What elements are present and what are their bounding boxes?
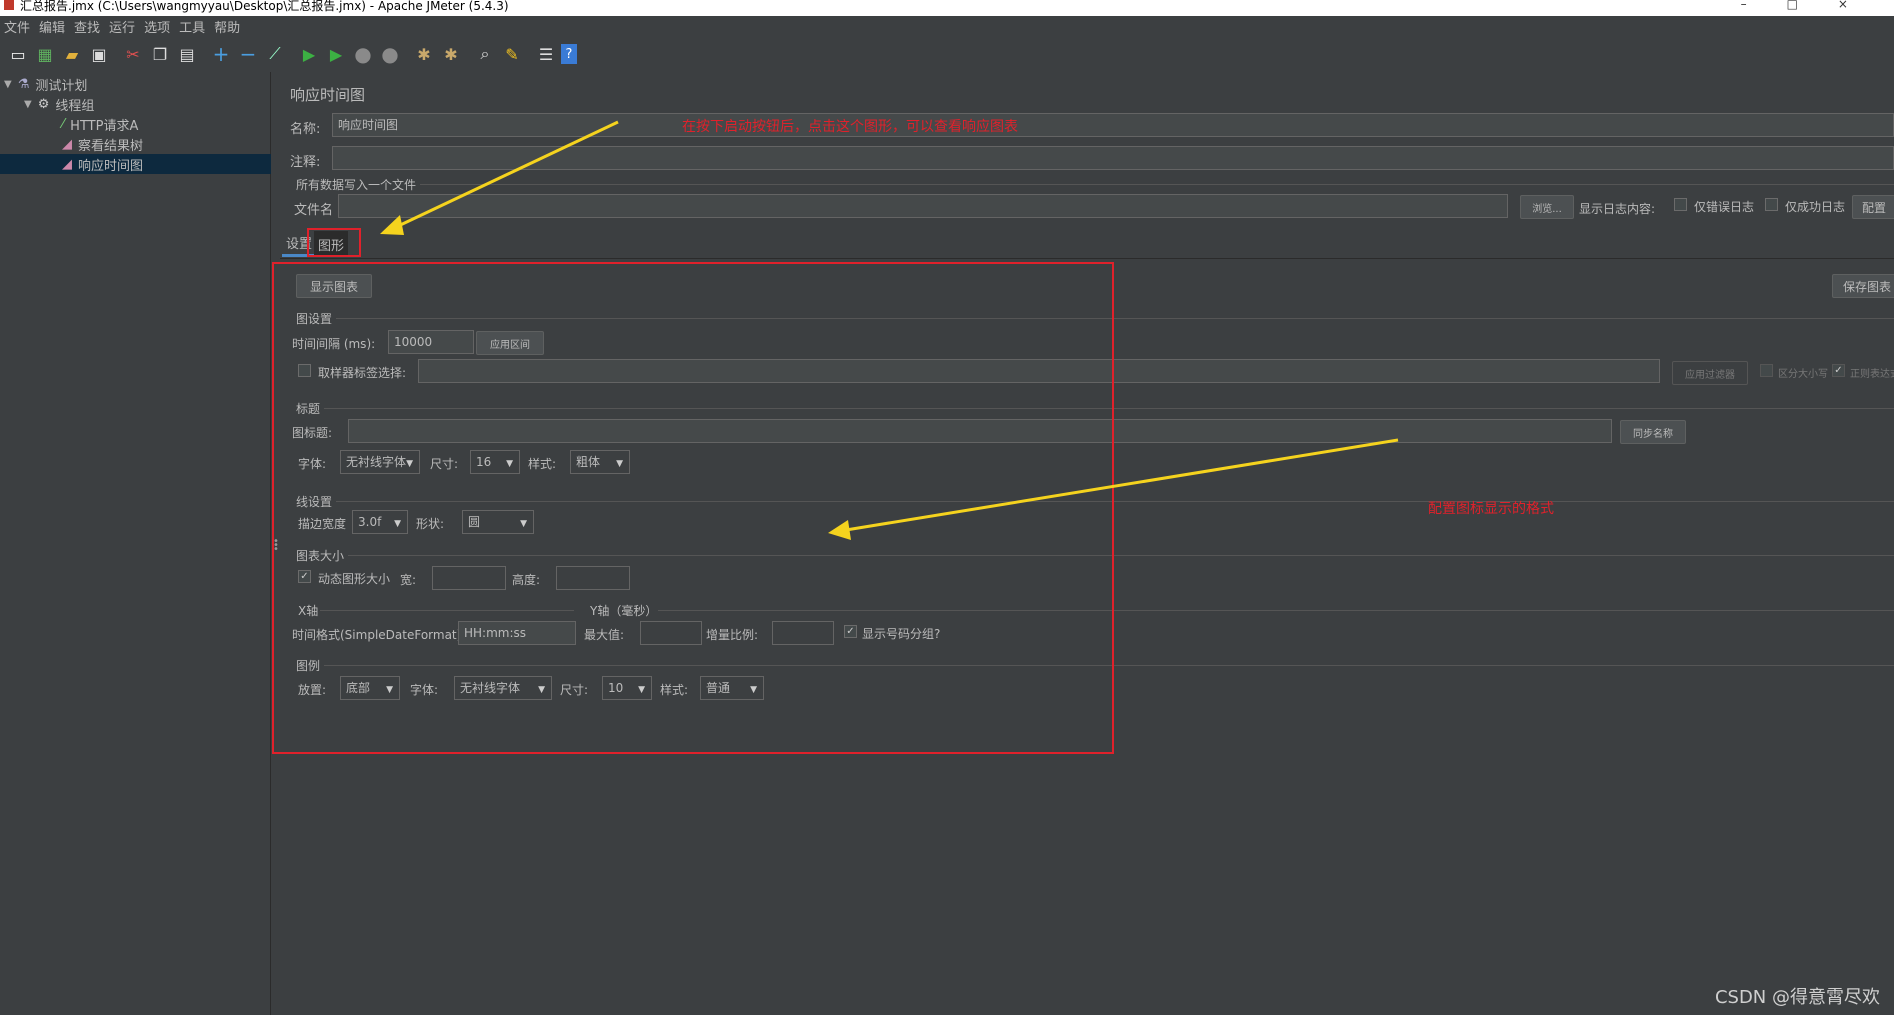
page-title: 响应时间图 — [290, 86, 366, 104]
case-sensitive-label: 区分大小写 — [1778, 369, 1828, 380]
configure-button[interactable]: 配置 — [1852, 195, 1894, 219]
templates-icon[interactable]: ▦ — [33, 42, 57, 66]
open-icon[interactable]: ▰ — [60, 42, 84, 66]
window-titlebar: 汇总报告.jmx (C:\Users\wangmyyau\Desktop\汇总报… — [0, 0, 1894, 16]
menu-file[interactable]: 文件 — [4, 17, 30, 36]
tree-item-thread-group[interactable]: ▼ ⚙ 线程组 — [24, 94, 94, 114]
menu-options[interactable]: 选项 — [144, 17, 170, 36]
flask-icon: ⚗ — [17, 76, 30, 92]
filename-label: 文件名 — [294, 203, 334, 218]
tree-item-test-plan[interactable]: ▼ ⚗ 测试计划 — [4, 74, 87, 94]
comment-label: 注释: — [290, 155, 321, 170]
help-icon[interactable]: ? — [561, 44, 577, 64]
chevron-down-icon[interactable]: ▼ — [24, 99, 32, 110]
menu-edit[interactable]: 编辑 — [39, 17, 65, 36]
tree-item-label: 响应时间图 — [78, 158, 144, 174]
chevron-down-icon[interactable]: ▼ — [4, 79, 12, 90]
errors-only-label: 仅错误日志 — [1694, 200, 1755, 214]
success-only-checkbox[interactable] — [1765, 198, 1778, 211]
test-plan-tree: ▼ ⚗ 测试计划 ▼ ⚙ 线程组 ⁄ HTTP请求A ◢ 察看结果树 ◢ 响应时… — [0, 72, 271, 1015]
section-divider — [420, 184, 1894, 185]
annotation-box-graph-tab — [307, 228, 361, 257]
start-icon[interactable]: ▶ — [297, 42, 321, 66]
window-title: 汇总报告.jmx (C:\Users\wangmyyau\Desktop\汇总报… — [20, 0, 509, 13]
annotation-box-graph-settings — [272, 262, 1114, 754]
clear-icon[interactable]: ✱ — [412, 42, 436, 66]
pipette-icon: ⁄ — [62, 116, 65, 132]
copy-icon[interactable]: ❐ — [148, 42, 172, 66]
window-controls[interactable]: –□× — [1741, 0, 1888, 10]
tree-item-response-time-graph[interactable]: ◢ 响应时间图 — [0, 154, 271, 174]
function-helper-icon[interactable]: ☰ — [534, 42, 558, 66]
collapse-icon[interactable]: − — [236, 42, 260, 66]
menu-help[interactable]: 帮助 — [214, 17, 240, 36]
name-label: 名称: — [290, 122, 321, 137]
browse-button[interactable]: 浏览... — [1520, 195, 1574, 219]
annotation-text-top: 在按下启动按钮后，点击这个图形，可以查看响应图表 — [682, 119, 1018, 135]
tree-item-label: 测试计划 — [35, 78, 88, 94]
paste-icon[interactable]: ▤ — [175, 42, 199, 66]
apply-filter-button[interactable]: 应用过滤器 — [1672, 361, 1748, 385]
start-no-pause-icon[interactable]: ▶ — [324, 42, 348, 66]
comment-field[interactable] — [332, 146, 1894, 170]
menu-search[interactable]: 查找 — [74, 17, 100, 36]
filename-field[interactable] — [338, 194, 1508, 218]
menu-bar: 文件 编辑 查找 运行 选项 工具 帮助 — [0, 16, 1894, 36]
tree-item-label: 察看结果树 — [78, 138, 144, 154]
watermark: CSDN @得意霄尽欢 — [1714, 987, 1880, 1008]
tree-item-label: HTTP请求A — [70, 118, 139, 134]
toggle-icon[interactable]: ⟋ — [263, 42, 287, 66]
name-field[interactable]: 响应时间图 — [332, 113, 1894, 137]
expand-icon[interactable]: + — [209, 42, 233, 66]
new-icon[interactable]: ▭ — [6, 42, 30, 66]
chart-icon: ◢ — [62, 156, 72, 172]
reset-search-icon[interactable]: ✎ — [500, 42, 524, 66]
search-icon[interactable]: ⌕ — [473, 42, 497, 66]
case-sensitive-checkbox[interactable] — [1760, 364, 1773, 377]
cut-icon[interactable]: ✂ — [121, 42, 145, 66]
sync-name-button[interactable]: 同步名称 — [1620, 420, 1686, 444]
regex-label: 正则表达式 — [1850, 369, 1894, 380]
menu-tools[interactable]: 工具 — [179, 17, 205, 36]
tab-divider — [280, 258, 1894, 259]
tree-item-label: 线程组 — [55, 98, 95, 114]
menu-run[interactable]: 运行 — [109, 17, 135, 36]
errors-only-checkbox[interactable] — [1674, 198, 1687, 211]
annotation-text-right: 配置图标显示的格式 — [1428, 501, 1554, 517]
gear-icon: ⚙ — [37, 96, 50, 112]
stop-icon[interactable]: ● — [351, 42, 375, 66]
tree-item-view-results-tree[interactable]: ◢ 察看结果树 — [62, 134, 143, 154]
clear-all-icon[interactable]: ✱ — [439, 42, 463, 66]
file-section-label: 所有数据写入一个文件 — [296, 178, 417, 192]
shutdown-icon[interactable]: ● — [378, 42, 402, 66]
regex-checkbox[interactable]: ✓ — [1832, 364, 1845, 377]
jmeter-app-icon — [4, 0, 14, 10]
tree-item-http-request[interactable]: ⁄ HTTP请求A — [62, 114, 138, 134]
toolbar: ▭ ▦ ▰ ▣ ✂ ❐ ▤ + − ⟋ ▶ ▶ ● ● ✱ ✱ ⌕ ✎ ☰ ? — [0, 38, 1894, 70]
success-only-label: 仅成功日志 — [1785, 200, 1846, 214]
save-chart-button[interactable]: 保存图表 — [1832, 274, 1894, 298]
save-icon[interactable]: ▣ — [87, 42, 111, 66]
chart-icon: ◢ — [62, 136, 72, 152]
log-content-label: 显示日志内容: — [1579, 202, 1656, 216]
